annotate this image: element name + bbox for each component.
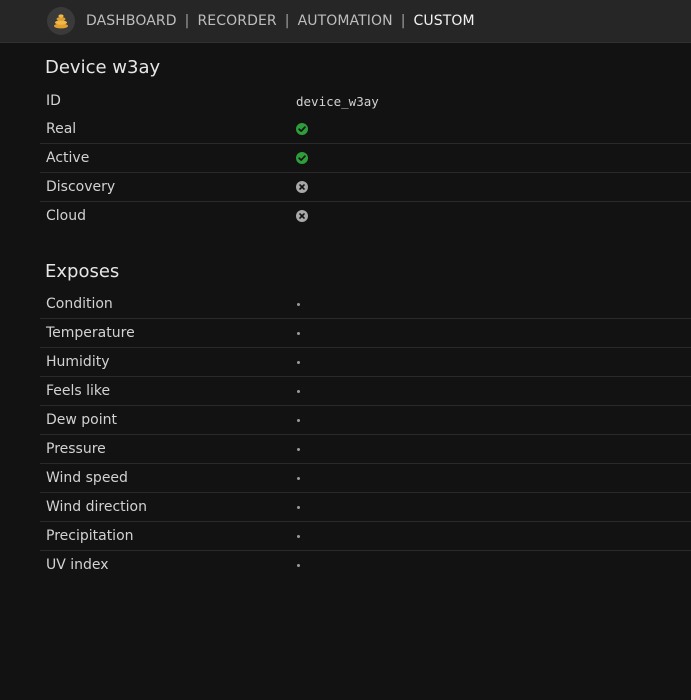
table-row: Temperature: [40, 318, 691, 348]
placeholder-dot-icon: [297, 447, 300, 451]
row-label: Real: [40, 115, 296, 144]
expose-label: Precipitation: [40, 521, 296, 551]
row-label: Cloud: [46, 208, 86, 224]
expose-label: Wind direction: [40, 492, 296, 522]
table-row: Active: [40, 143, 691, 173]
expose-value: [296, 290, 691, 319]
expose-value: [296, 405, 691, 435]
placeholder-dot-icon: [297, 476, 300, 480]
nav-dashboard-link[interactable]: DASHBOARD: [86, 13, 177, 29]
placeholder-dot-icon: [297, 563, 300, 567]
expose-value: [296, 492, 691, 522]
expose-value: [296, 551, 691, 580]
x-circle-icon: [296, 181, 308, 193]
table-row: Cloud: [40, 202, 691, 231]
status-yes: [296, 115, 691, 144]
expose-value: [296, 463, 691, 493]
top-navigation-bar: DASHBOARD | RECORDER | AUTOMATION | CUST…: [0, 0, 691, 43]
placeholder-dot-icon: [297, 389, 300, 393]
placeholder-dot-icon: [297, 302, 300, 306]
expose-value: [296, 376, 691, 406]
expose-value: [296, 521, 691, 551]
table-row: Real: [40, 115, 691, 144]
expose-value: [296, 434, 691, 464]
exposes-title: Exposes: [45, 261, 120, 282]
device-info-table: ID device_w3ay Real Active Discovery Cloud: [40, 87, 691, 230]
table-row: Wind speed: [40, 463, 691, 493]
table-row: ID device_w3ay: [40, 87, 691, 115]
main-content: Device w3ay ID device_w3ay Real Active Dis…: [0, 43, 691, 579]
nav-custom-link[interactable]: CUSTOM: [414, 13, 475, 29]
table-row: Humidity: [40, 347, 691, 377]
check-circle-icon: [296, 152, 308, 164]
nav-separator: |: [400, 13, 406, 29]
row-label: Active: [40, 143, 296, 173]
expose-label: Pressure: [40, 434, 296, 464]
placeholder-dot-icon: [297, 505, 300, 509]
table-row: Dew point: [40, 405, 691, 435]
expose-label: UV index: [46, 557, 109, 573]
placeholder-dot-icon: [297, 418, 300, 422]
table-row: UV index: [40, 551, 691, 580]
beehive-logo-icon[interactable]: [47, 7, 75, 35]
status-yes: [296, 143, 691, 173]
table-row: Precipitation: [40, 521, 691, 551]
expose-label: Temperature: [40, 318, 296, 348]
status-no: [296, 172, 691, 202]
nav-recorder-link[interactable]: RECORDER: [197, 13, 276, 29]
placeholder-dot-icon: [297, 331, 300, 335]
device-id-value: device_w3ay: [296, 93, 379, 109]
expose-label: Dew point: [40, 405, 296, 435]
placeholder-dot-icon: [297, 360, 300, 364]
expose-label: Feels like: [40, 376, 296, 406]
nav-separator: |: [184, 13, 190, 29]
row-label: ID: [46, 93, 61, 109]
expose-value: [296, 347, 691, 377]
placeholder-dot-icon: [297, 534, 300, 538]
exposes-table: Condition Temperature Humidity Feels like De…: [40, 290, 691, 579]
nav-separator: |: [284, 13, 290, 29]
expose-label: Humidity: [40, 347, 296, 377]
table-row: Discovery: [40, 172, 691, 202]
check-circle-icon: [296, 123, 308, 135]
table-row: Condition: [40, 290, 691, 319]
main-nav: DASHBOARD | RECORDER | AUTOMATION | CUST…: [86, 13, 475, 29]
table-row: Wind direction: [40, 492, 691, 522]
expose-label: Wind speed: [40, 463, 296, 493]
table-row: Pressure: [40, 434, 691, 464]
row-label: Discovery: [40, 172, 296, 202]
nav-automation-link[interactable]: AUTOMATION: [298, 13, 393, 29]
expose-label: Condition: [40, 290, 296, 319]
expose-value: [296, 318, 691, 348]
table-row: Feels like: [40, 376, 691, 406]
status-no: [296, 202, 691, 231]
device-title: Device w3ay: [45, 57, 161, 78]
x-circle-icon: [296, 210, 308, 222]
